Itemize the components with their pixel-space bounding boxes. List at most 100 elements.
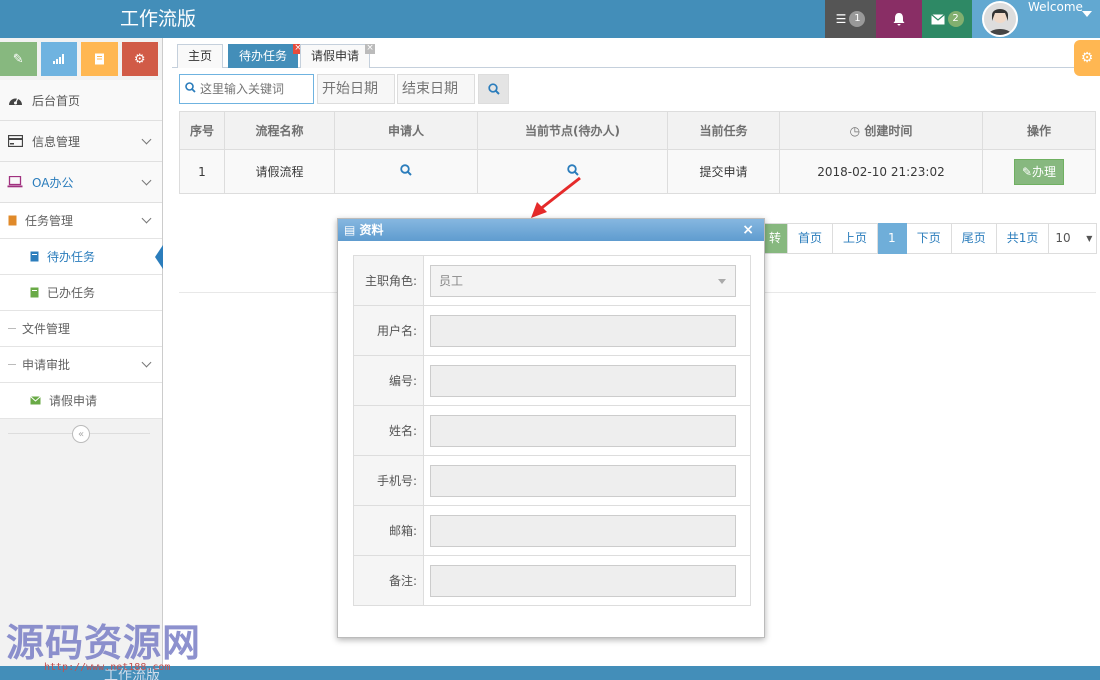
pager-next[interactable]: 下页	[906, 223, 952, 254]
chevron-down-icon	[141, 357, 152, 368]
remarks-field[interactable]	[430, 564, 736, 597]
todo-task-table: 序号 流程名称 申请人 当前节点(待办人) 当前任务 ◷ 创建时间 操作 1 请…	[179, 111, 1096, 194]
sidebar-shortcuts: ✎ ⚙	[0, 38, 162, 80]
pager-total: 共1页	[996, 223, 1050, 254]
sidebar-item-label: 任务管理	[25, 214, 74, 228]
handle-button[interactable]: ✎办理	[1014, 158, 1064, 185]
cell-applicant	[334, 149, 478, 194]
messages-button[interactable]: 2	[922, 0, 972, 38]
name-field[interactable]	[430, 414, 736, 447]
pencil-shortcut-button[interactable]: ✎	[0, 42, 37, 76]
pager-prev[interactable]: 上页	[833, 223, 879, 254]
form-label: 备注:	[353, 555, 424, 606]
cogs-icon: ⚙	[133, 51, 146, 67]
watermark-text: 源码资源网	[6, 621, 202, 665]
sidebar-item-info-management[interactable]: 信息管理	[0, 121, 162, 162]
user-menu[interactable]: Welcome	[972, 0, 1100, 38]
handle-button-label: 办理	[1032, 164, 1057, 179]
column-header-label: 创建时间	[864, 124, 913, 138]
column-header[interactable]: 当前任务	[667, 111, 780, 150]
edit-icon: ✎	[1021, 164, 1033, 179]
cogs-shortcut-button[interactable]: ⚙	[121, 42, 158, 76]
phone-field[interactable]	[430, 464, 736, 497]
tree-dash	[8, 364, 16, 365]
notifications-button[interactable]	[876, 0, 922, 38]
pager-current[interactable]: 1	[878, 223, 907, 254]
caret-down-icon	[1082, 11, 1092, 17]
sidebar-item-dashboard[interactable]: 后台首页	[0, 80, 162, 121]
sidebar-item-done[interactable]: 已办任务	[0, 275, 162, 311]
column-header[interactable]: 流程名称	[224, 111, 335, 150]
sidebar-item-task-management[interactable]: 任务管理	[0, 203, 162, 239]
settings-toggle-button[interactable]: ⚙	[1074, 40, 1100, 76]
search-icon	[185, 82, 196, 96]
envelope-icon	[30, 396, 41, 405]
sidebar-item-apply-approval[interactable]: 申请审批	[0, 347, 162, 383]
form-row: 邮箱:	[353, 505, 751, 556]
form-row: 用户名:	[353, 305, 751, 356]
sidebar-item-file-management[interactable]: 文件管理	[0, 311, 162, 347]
form-row: 姓名:	[353, 405, 751, 456]
form-label: 邮箱:	[353, 505, 424, 556]
email-field[interactable]	[430, 514, 736, 547]
table-header-row: 序号 流程名称 申请人 当前节点(待办人) 当前任务 ◷ 创建时间 操作	[179, 111, 1096, 150]
search-icon	[487, 83, 500, 95]
pager-last[interactable]: 尾页	[951, 223, 997, 254]
dialog-title: 资料	[359, 223, 384, 237]
signal-icon	[52, 54, 64, 64]
pager-go-button[interactable]: 转	[762, 223, 789, 254]
username-field[interactable]	[430, 314, 736, 347]
search-button[interactable]	[478, 74, 509, 104]
book-icon	[30, 287, 39, 298]
role-select[interactable]: 员工	[430, 264, 736, 297]
chevron-down-icon	[141, 213, 152, 224]
column-header-created[interactable]: ◷ 创建时间	[779, 111, 983, 150]
search-icon[interactable]	[400, 164, 412, 179]
column-header[interactable]: 当前节点(待办人)	[477, 111, 668, 150]
sidebar-collapse-row: «	[0, 419, 162, 449]
double-angle-left-icon[interactable]: «	[72, 425, 90, 443]
end-date-input[interactable]	[397, 74, 475, 104]
column-header[interactable]: 操作	[982, 111, 1096, 150]
tab-label: 主页	[188, 49, 213, 63]
search-input[interactable]	[179, 74, 314, 104]
tab-todo[interactable]: 待办任务 ×	[228, 44, 304, 68]
clock-icon: ◷	[849, 124, 861, 138]
sidebar-item-label: 已办任务	[47, 286, 96, 300]
tasks-icon: ☰	[835, 12, 847, 26]
pager-first[interactable]: 首页	[788, 223, 834, 254]
avatar	[982, 1, 1018, 37]
gear-icon: ⚙	[1080, 50, 1094, 66]
column-header[interactable]: 申请人	[334, 111, 478, 150]
brand-title[interactable]: 工作流版	[120, 4, 196, 31]
signal-shortcut-button[interactable]	[40, 42, 77, 76]
cell-created-time: 2018-02-10 21:23:02	[779, 149, 983, 194]
sidebar-item-oa[interactable]: OA办公	[0, 162, 162, 203]
tasks-button[interactable]: ☰ 1	[825, 0, 876, 38]
column-header[interactable]: 序号	[179, 111, 225, 150]
messages-badge: 2	[947, 11, 964, 27]
cell-index: 1	[179, 149, 225, 194]
sidebar-item-label: 待办任务	[47, 250, 96, 264]
pagination: 转 首页 上页 1 下页 尾页 共1页 10	[762, 223, 1098, 254]
cell-action: ✎办理	[982, 149, 1096, 194]
credit-card-icon	[6, 133, 24, 149]
page-size-select[interactable]: 10	[1049, 223, 1098, 254]
sidebar-item-leave-request[interactable]: 请假申请	[0, 383, 162, 419]
watermark-url: http://www.net188.com	[44, 662, 171, 673]
book-shortcut-button[interactable]	[81, 42, 118, 76]
tab-leave-request[interactable]: 请假申请 ×	[300, 44, 376, 68]
pencil-icon: ✎	[12, 51, 24, 67]
close-icon[interactable]: ×	[742, 219, 754, 241]
sidebar-item-label: 申请审批	[22, 358, 71, 372]
tab-home[interactable]: 主页	[177, 44, 224, 68]
sidebar-item-todo[interactable]: 待办任务	[0, 239, 163, 275]
book-icon	[30, 251, 39, 262]
cell-current-task: 提交申请	[667, 149, 780, 194]
number-field[interactable]	[430, 364, 736, 397]
start-date-input[interactable]	[317, 74, 395, 104]
form-label: 编号:	[353, 355, 424, 406]
profile-dialog: ▤ 资料 × 主职角色: 员工 用户名: 编号: 姓名: 手机号: 邮箱: 备注…	[337, 218, 765, 638]
sidebar-item-label: 请假申请	[49, 394, 98, 408]
close-icon[interactable]: ×	[365, 44, 376, 54]
